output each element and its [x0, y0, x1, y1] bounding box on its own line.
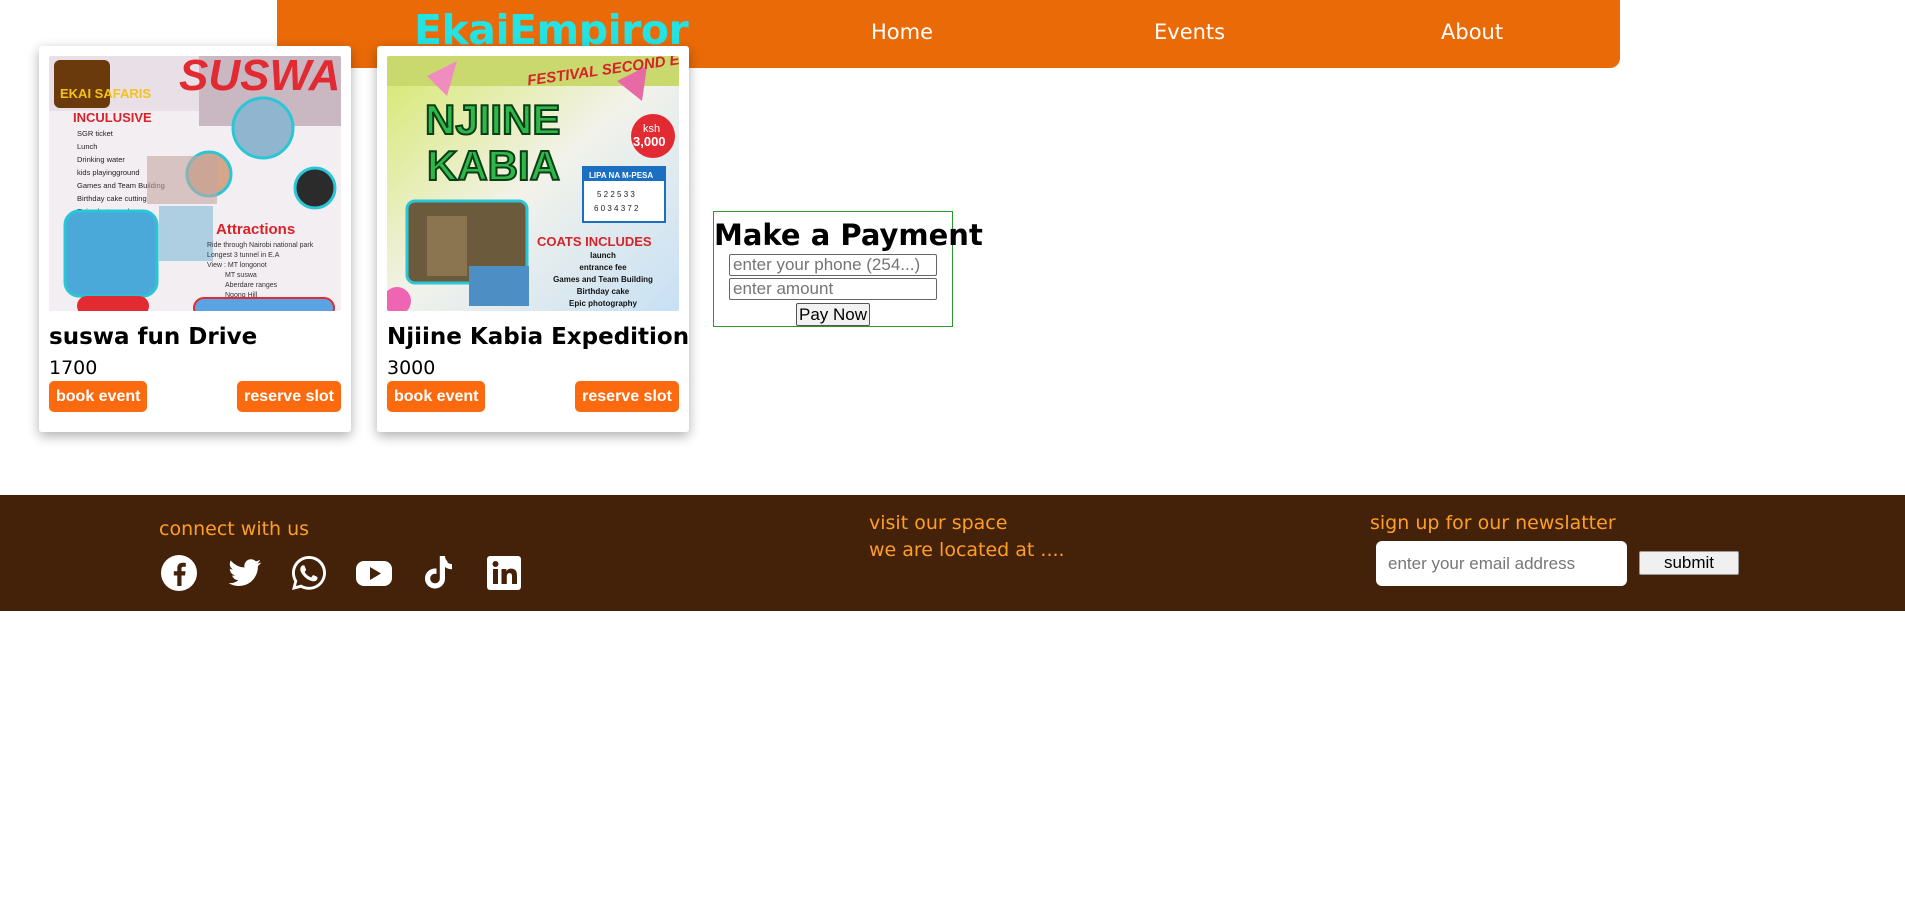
poster-includes-item: launch [590, 251, 616, 260]
poster-inclusive-title: INCULUSIVE [73, 110, 152, 125]
poster-includes-item: Birthday cake [577, 287, 630, 296]
book-event-button[interactable]: book event [387, 381, 486, 412]
event-title: suswa fun Drive [49, 324, 258, 350]
event-title: Njiine Kabia Expedition [387, 324, 690, 350]
facebook-icon[interactable] [159, 553, 199, 593]
event-card-njiine-kabia: FESTIVAL SECOND EDITION NJIINE KABIA ksh… [377, 46, 689, 432]
poster-includes-title: COATS INCLUDES [537, 234, 652, 249]
event-poster-suswa: EKAI SAFARIS SUSWA INCULUSIVE SGR ticket… [49, 56, 341, 311]
nav-about-link[interactable]: About [1441, 20, 1503, 44]
twitter-icon[interactable] [224, 553, 264, 593]
poster-includes-item: entrance fee [579, 263, 627, 272]
amount-input[interactable] [729, 278, 937, 300]
poster-mpesa-line2: 6 0 3 4 3 7 2 [594, 204, 639, 213]
poster-inclusive-item: Lunch [77, 142, 97, 151]
poster-inclusive-item: Birthday cake cutting [77, 194, 147, 203]
poster-attraction-item: MT suswa [225, 272, 257, 279]
reserve-slot-button[interactable]: reserve slot [575, 381, 679, 412]
poster-inclusive-item: SGR ticket [77, 129, 114, 138]
poster-attraction-item: View : MT longonot [207, 262, 267, 269]
poster-headline-line2: KABIA [427, 142, 560, 189]
event-card-suswa: EKAI SAFARIS SUSWA INCULUSIVE SGR ticket… [39, 46, 351, 432]
poster-mpesa-line1: 5 2 2 5 3 3 [597, 190, 635, 199]
poster-headline: SUSWA [179, 56, 340, 100]
payment-form: Make a Payment Pay Now [713, 211, 983, 327]
poster-inclusive-item: kids playingground [77, 168, 140, 177]
location-label: we are located at .... [869, 539, 1065, 561]
reserve-slot-button[interactable]: reserve slot [237, 381, 341, 412]
poster-mpesa-title: LIPA NA M-PESA [589, 171, 653, 180]
newsletter-submit-button[interactable]: submit [1639, 551, 1739, 575]
poster-attractions-title: Attractions [216, 221, 295, 238]
linkedin-icon[interactable] [484, 553, 524, 593]
visit-label: visit our space [869, 512, 1008, 534]
poster-price-badge-amount: 3,000 [633, 134, 666, 149]
poster-inclusive-item: Drinking water [77, 155, 125, 164]
poster-headline-line1: NJIINE [425, 96, 560, 143]
poster-includes-item: Games and Team Building [553, 275, 653, 284]
whatsapp-icon[interactable] [289, 553, 329, 593]
pay-now-button[interactable]: Pay Now [795, 303, 871, 326]
payment-title: Make a Payment [714, 218, 983, 252]
poster-attraction-item: Aberdare ranges [225, 282, 278, 289]
nav-home-link[interactable]: Home [871, 20, 933, 44]
phone-input[interactable] [729, 254, 937, 276]
tiktok-icon[interactable] [419, 553, 459, 593]
poster-logo-text: EKAI SAFARIS [60, 86, 151, 101]
event-price: 1700 [49, 357, 98, 379]
event-price: 3000 [387, 357, 436, 379]
connect-label: connect with us [159, 518, 310, 540]
poster-attraction-item: Longest 3 tunnel in E.A [207, 252, 280, 259]
youtube-icon[interactable] [354, 553, 394, 593]
nav-events-link[interactable]: Events [1154, 20, 1225, 44]
book-event-button[interactable]: book event [49, 381, 148, 412]
newsletter-label: sign up for our newslatter [1370, 512, 1616, 534]
poster-includes-item: Epic photography [569, 299, 638, 308]
poster-attraction-item: Ride through Nairobi national park [207, 242, 314, 249]
event-poster-njiine-kabia: FESTIVAL SECOND EDITION NJIINE KABIA ksh… [387, 56, 679, 311]
newsletter-email-input[interactable] [1376, 541, 1627, 586]
